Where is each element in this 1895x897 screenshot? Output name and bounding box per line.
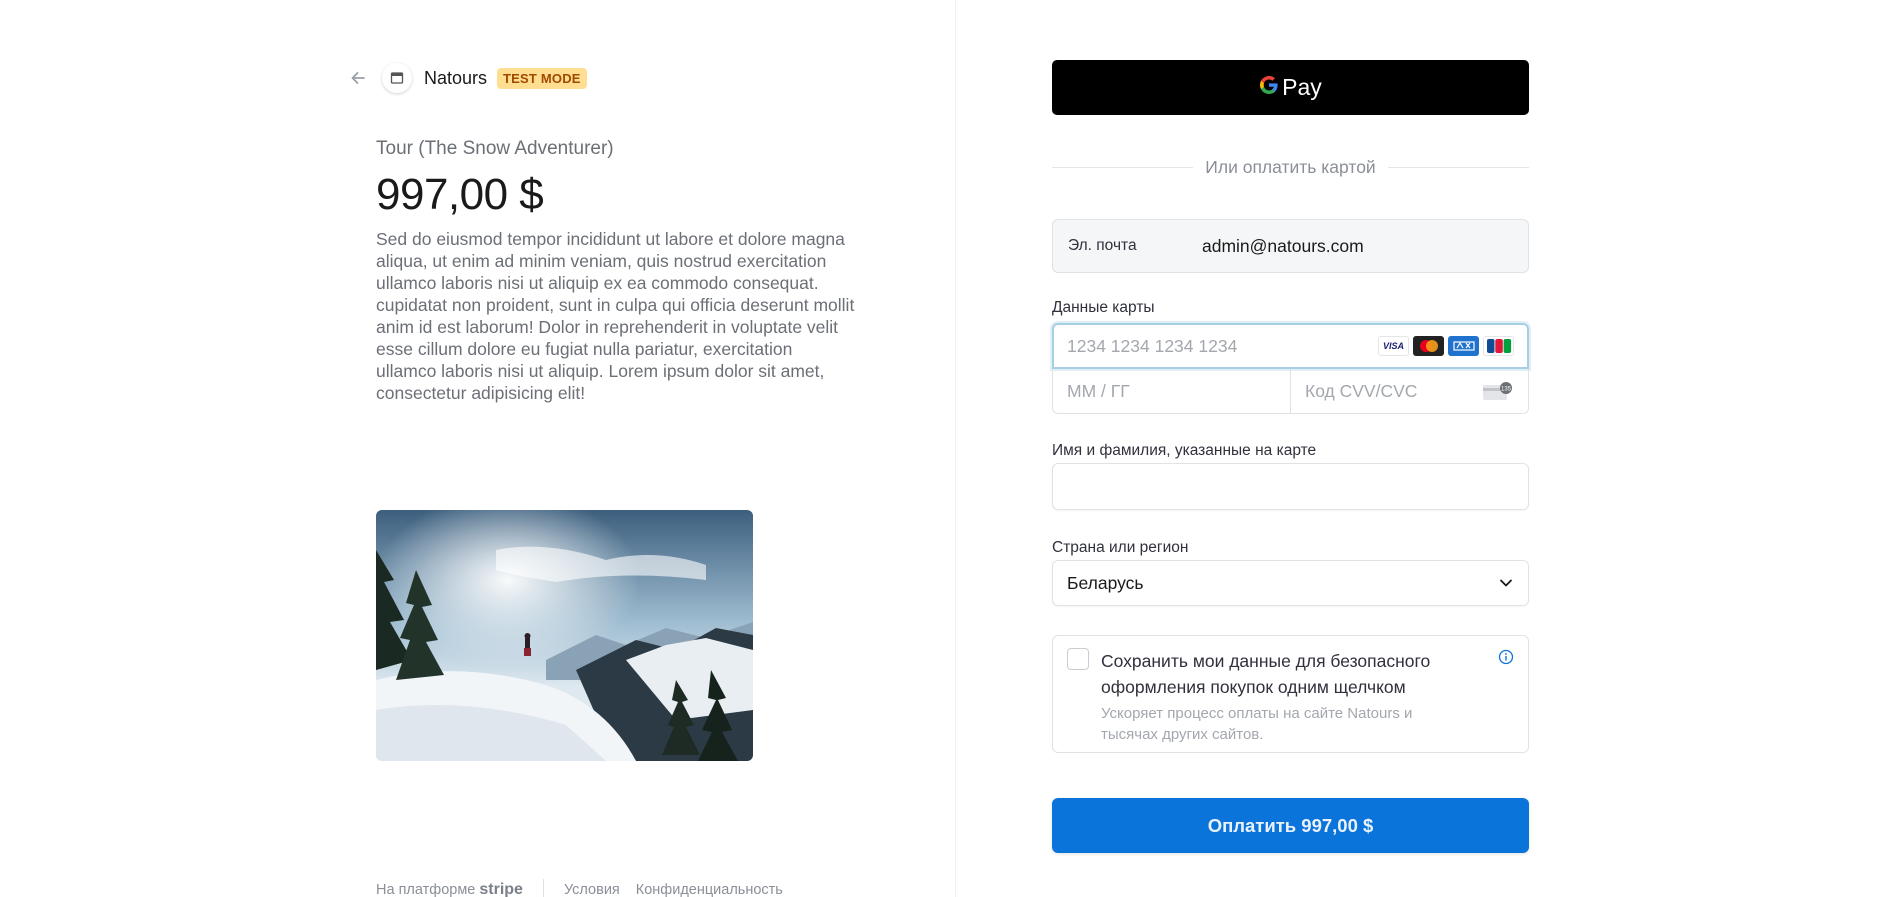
save-info-subtitle: Ускоряет процесс оплаты на сайте Natours…	[1101, 705, 1413, 743]
product-name: Tour (The Snow Adventurer)	[376, 138, 614, 159]
cvc-card-icon: 135	[1482, 382, 1514, 407]
save-info-title: Сохранить мои данные для безопасного офо…	[1101, 651, 1431, 697]
chevron-down-icon	[1500, 579, 1512, 587]
merchant-name: Natours	[424, 67, 488, 88]
save-info-checkbox[interactable]	[1067, 648, 1089, 670]
terms-link[interactable]: Условия	[564, 882, 620, 897]
google-g-icon	[1259, 74, 1279, 102]
visa-icon: VISA	[1378, 336, 1409, 356]
or-pay-with-card-text: Или оплатить картой	[1205, 156, 1376, 177]
test-mode-badge: TEST MODE	[497, 67, 587, 89]
expiry-input[interactable]	[1067, 380, 1237, 402]
expiry-cvc-row: 135	[1052, 369, 1529, 414]
mastercard-icon	[1413, 336, 1444, 356]
country-label: Страна или регион	[1052, 539, 1189, 556]
cvc-field[interactable]: 135	[1290, 369, 1528, 413]
back-button[interactable]	[348, 68, 368, 88]
stripe-logo[interactable]: stripe	[479, 881, 523, 897]
cvc-badge-text: 135	[1501, 387, 1512, 393]
save-info-box: Сохранить мои данные для безопасного офо…	[1052, 635, 1529, 753]
checkout-page: Natours TEST MODE Tour (The Snow Adventu…	[0, 0, 1895, 897]
footer: На платформе stripe Условия Конфиденциал…	[376, 879, 783, 897]
expiry-field[interactable]	[1053, 369, 1290, 413]
product-price: 997,00 $	[376, 170, 544, 219]
order-summary-panel: Natours TEST MODE Tour (The Snow Adventu…	[0, 0, 955, 897]
country-select[interactable]: Беларусь	[1052, 560, 1529, 606]
card-brands: VISA	[1378, 336, 1514, 356]
merchant-header: Natours TEST MODE	[348, 63, 587, 93]
email-value: admin@natours.com	[1202, 235, 1364, 256]
privacy-link[interactable]: Конфиденциальность	[636, 882, 783, 897]
cvc-input[interactable]	[1305, 380, 1475, 402]
cardholder-name-label: Имя и фамилия, указанные на карте	[1052, 442, 1317, 459]
google-pay-label: Pay	[1282, 74, 1322, 100]
arrow-left-icon	[351, 72, 365, 84]
card-details-label: Данные карты	[1052, 299, 1155, 316]
amex-icon	[1448, 336, 1479, 356]
footer-divider	[542, 879, 544, 897]
cardholder-name-input[interactable]	[1053, 464, 1528, 509]
pay-button[interactable]: Оплатить 997,00 $	[1052, 798, 1529, 853]
email-label: Эл. почта	[1068, 237, 1137, 254]
cardholder-name-field[interactable]	[1052, 463, 1529, 510]
jcb-icon	[1483, 336, 1514, 356]
store-icon	[390, 72, 404, 84]
info-icon[interactable]	[1498, 649, 1514, 665]
merchant-logo	[382, 63, 412, 93]
email-field[interactable]: Эл. почта admin@natours.com	[1052, 219, 1529, 273]
card-number-input[interactable]	[1067, 335, 1367, 357]
product-description: Sed do eiusmod tempor incididunt ut labo…	[376, 229, 855, 403]
card-number-field[interactable]: VISA	[1052, 323, 1529, 369]
or-pay-with-card-divider: Или оплатить картой	[1052, 155, 1529, 179]
divider-line-left	[1052, 166, 1194, 168]
google-pay-button[interactable]: Pay	[1052, 60, 1529, 115]
powered-by-text: На платформе	[376, 882, 476, 897]
product-image	[376, 510, 753, 761]
divider-line-right	[1387, 166, 1529, 168]
country-value: Беларусь	[1067, 572, 1144, 593]
